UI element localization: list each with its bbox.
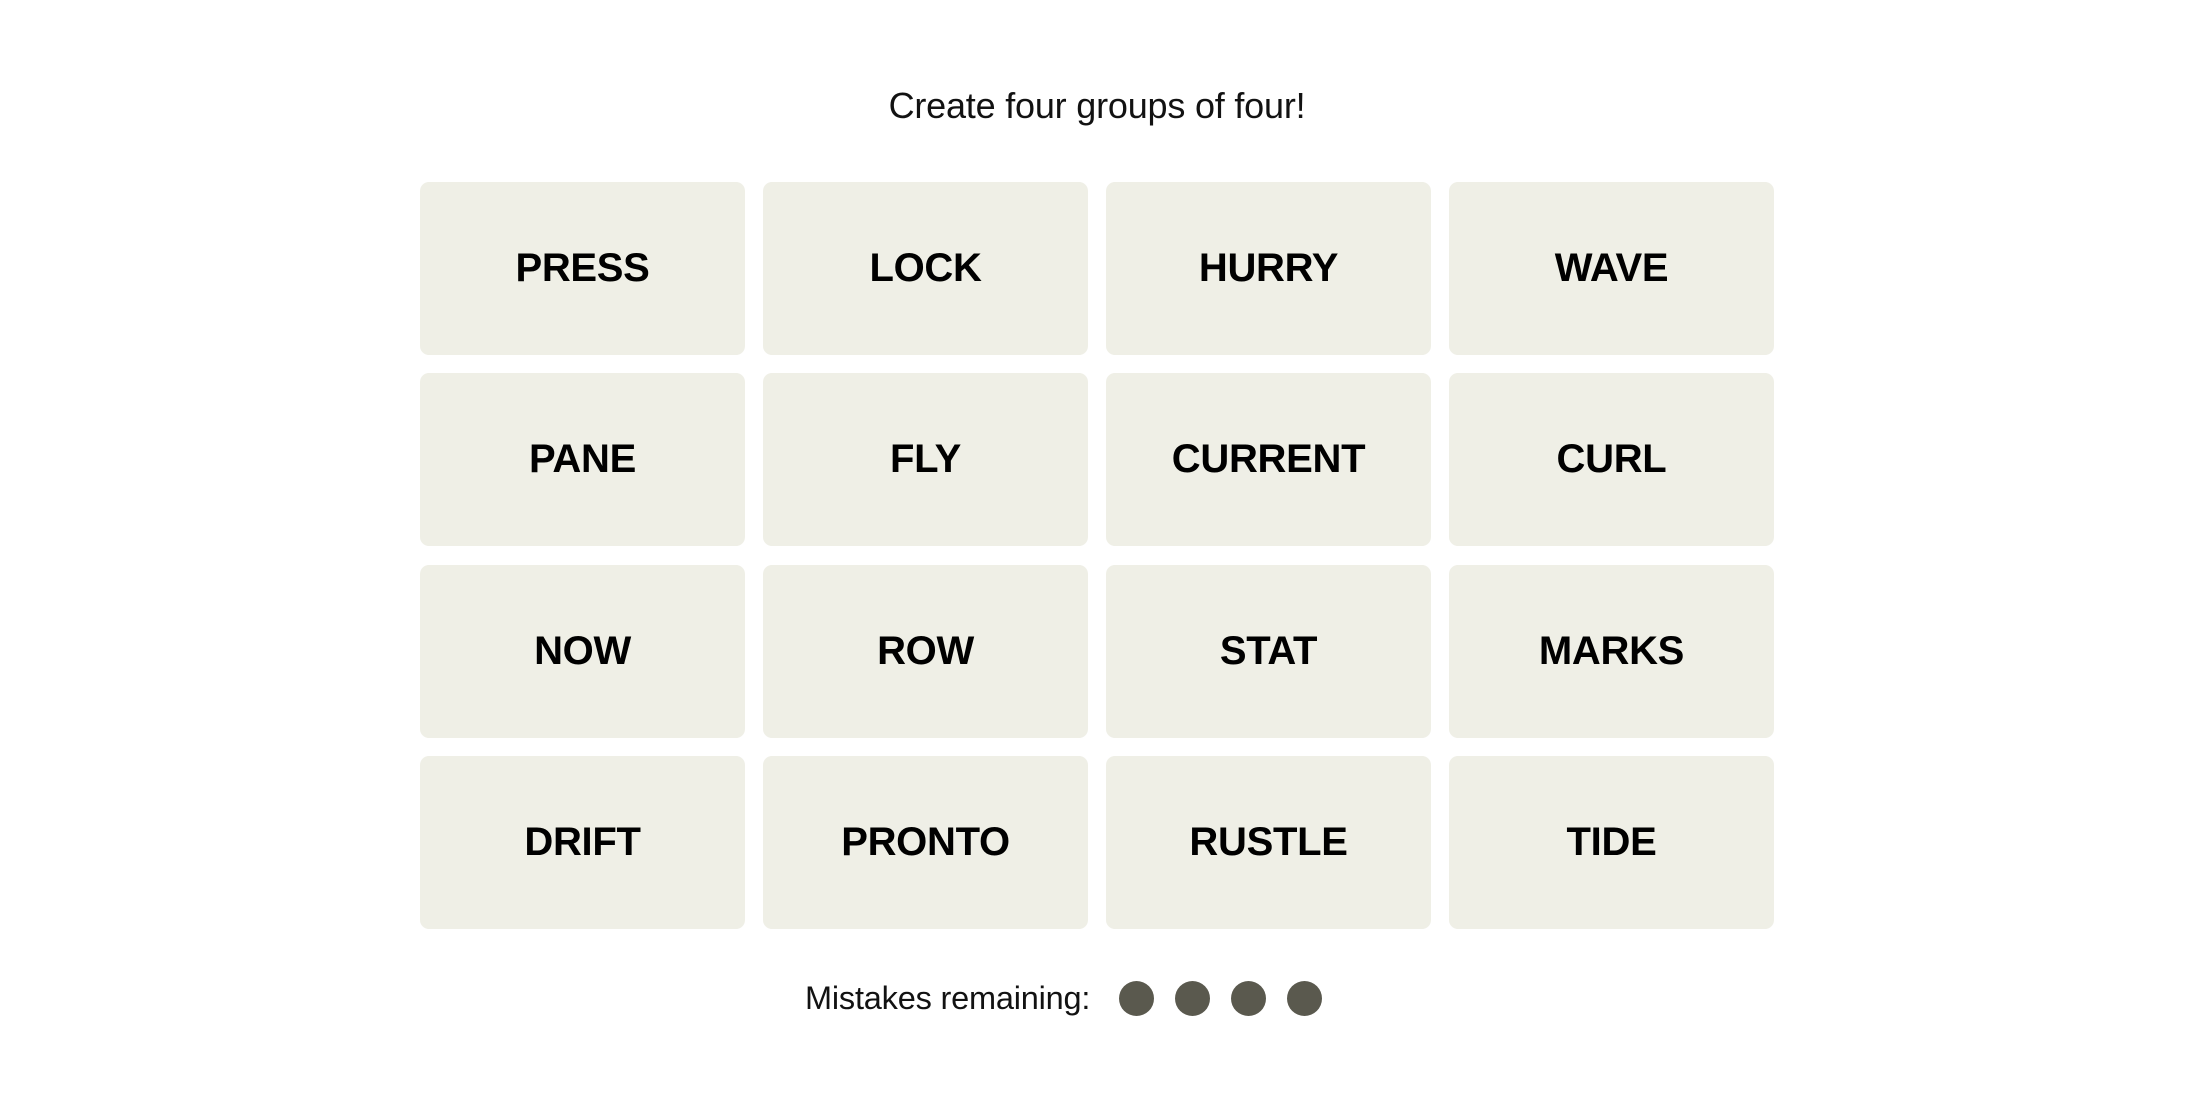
word-tile[interactable]: PANE: [420, 373, 745, 547]
tile-word: NOW: [534, 628, 631, 673]
tile-word: LOCK: [869, 246, 982, 290]
word-tile[interactable]: PRONTO: [763, 755, 1088, 929]
tile-word: WAVE: [1554, 246, 1669, 290]
word-tile[interactable]: DRIFT: [420, 755, 745, 929]
mistake-dots: [1119, 980, 1323, 1016]
word-tile[interactable]: WAVE: [1449, 182, 1774, 355]
word-tile[interactable]: CURRENT: [1106, 373, 1431, 547]
word-tile[interactable]: STAT: [1106, 564, 1431, 738]
tile-word: STAT: [1219, 628, 1318, 673]
word-tile[interactable]: TIDE: [1449, 755, 1774, 929]
word-tile[interactable]: RUSTLE: [1106, 755, 1431, 929]
word-tile[interactable]: MARKS: [1449, 564, 1774, 738]
word-tile[interactable]: ROW: [763, 564, 1088, 738]
tile-word: FLY: [890, 437, 961, 482]
mistakes-remaining: Mistakes remaining:: [805, 980, 1323, 1016]
instruction-heading: Create four groups of four!: [888, 85, 1306, 126]
mistake-dot-icon: [1231, 980, 1267, 1016]
tile-word: ROW: [877, 628, 974, 673]
word-tile[interactable]: NOW: [420, 564, 745, 738]
tile-word: HURRY: [1198, 246, 1339, 290]
mistake-dot-icon: [1119, 980, 1155, 1016]
word-tile[interactable]: FLY: [763, 373, 1088, 547]
word-tile[interactable]: LOCK: [763, 182, 1088, 355]
mistakes-label: Mistakes remaining:: [805, 980, 1091, 1016]
tile-word: PRONTO: [841, 819, 1010, 864]
tile-word: MARKS: [1538, 628, 1685, 673]
word-grid: PRESS LOCK HURRY WAVE PANE FLY CURRENT C…: [420, 182, 1774, 929]
mistake-dot-icon: [1287, 980, 1323, 1016]
tile-word: CURL: [1556, 437, 1667, 482]
word-tile[interactable]: PRESS: [420, 182, 745, 355]
tile-word: RUSTLE: [1189, 819, 1348, 864]
word-tile[interactable]: HURRY: [1106, 182, 1431, 355]
word-tile[interactable]: CURL: [1449, 373, 1774, 547]
tile-word: CURRENT: [1171, 437, 1366, 482]
tile-word: PANE: [529, 437, 636, 482]
tile-word: PRESS: [515, 246, 650, 290]
tile-word: TIDE: [1566, 819, 1657, 864]
mistake-dot-icon: [1175, 980, 1211, 1016]
tile-word: DRIFT: [524, 819, 641, 864]
